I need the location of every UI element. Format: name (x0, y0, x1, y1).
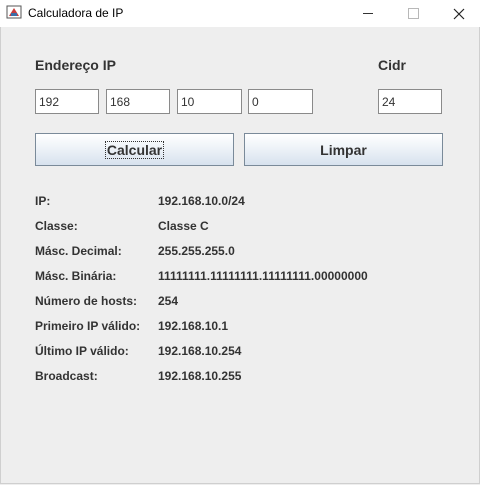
close-icon (453, 8, 465, 19)
mascara-decimal-value: 255.255.255.0 (158, 244, 235, 258)
maximize-button[interactable] (390, 0, 436, 27)
numero-hosts-label: Número de hosts: (35, 294, 138, 308)
minimize-icon (363, 13, 373, 14)
limpar-button-label: Limpar (320, 141, 367, 158)
ip-value: 192.168.10.0/24 (158, 194, 245, 208)
broadcast-value: 192.168.10.255 (158, 369, 242, 383)
octet-1-input[interactable] (35, 89, 99, 114)
cidr-input[interactable] (378, 89, 442, 114)
mascara-binaria-value: 11111111.11111111.11111111.00000000 (158, 269, 368, 283)
mascara-decimal-label: Másc. Decimal: (35, 244, 122, 258)
numero-hosts-value: 254 (158, 294, 179, 308)
java-app-icon (6, 4, 22, 20)
cidr-label: Cidr (378, 57, 406, 73)
calcular-button-label: Calcular (104, 140, 165, 159)
title-bar: Calculadora de IP (0, 0, 480, 27)
classe-label: Classe: (35, 219, 78, 233)
limpar-button[interactable]: Limpar (244, 133, 443, 166)
octet-3-input[interactable] (177, 89, 242, 114)
endereco-ip-label: Endereço IP (35, 57, 116, 73)
ultimo-ip-label: Último IP válido: (35, 344, 129, 358)
minimize-button[interactable] (345, 0, 391, 27)
broadcast-label: Broadcast: (35, 369, 98, 383)
close-button[interactable] (436, 0, 480, 27)
maximize-icon (407, 8, 419, 19)
mascara-binaria-label: Másc. Binária: (35, 269, 117, 283)
window-title: Calculadora de IP (28, 6, 124, 20)
primeiro-ip-label: Primeiro IP válido: (35, 319, 141, 333)
calcular-button[interactable]: Calcular (35, 133, 234, 166)
ip-label: IP: (35, 194, 51, 208)
octet-4-input[interactable] (248, 89, 313, 114)
classe-value: Classe C (158, 219, 209, 233)
octet-2-input[interactable] (106, 89, 170, 114)
primeiro-ip-value: 192.168.10.1 (158, 319, 229, 333)
ultimo-ip-value: 192.168.10.254 (158, 344, 242, 358)
